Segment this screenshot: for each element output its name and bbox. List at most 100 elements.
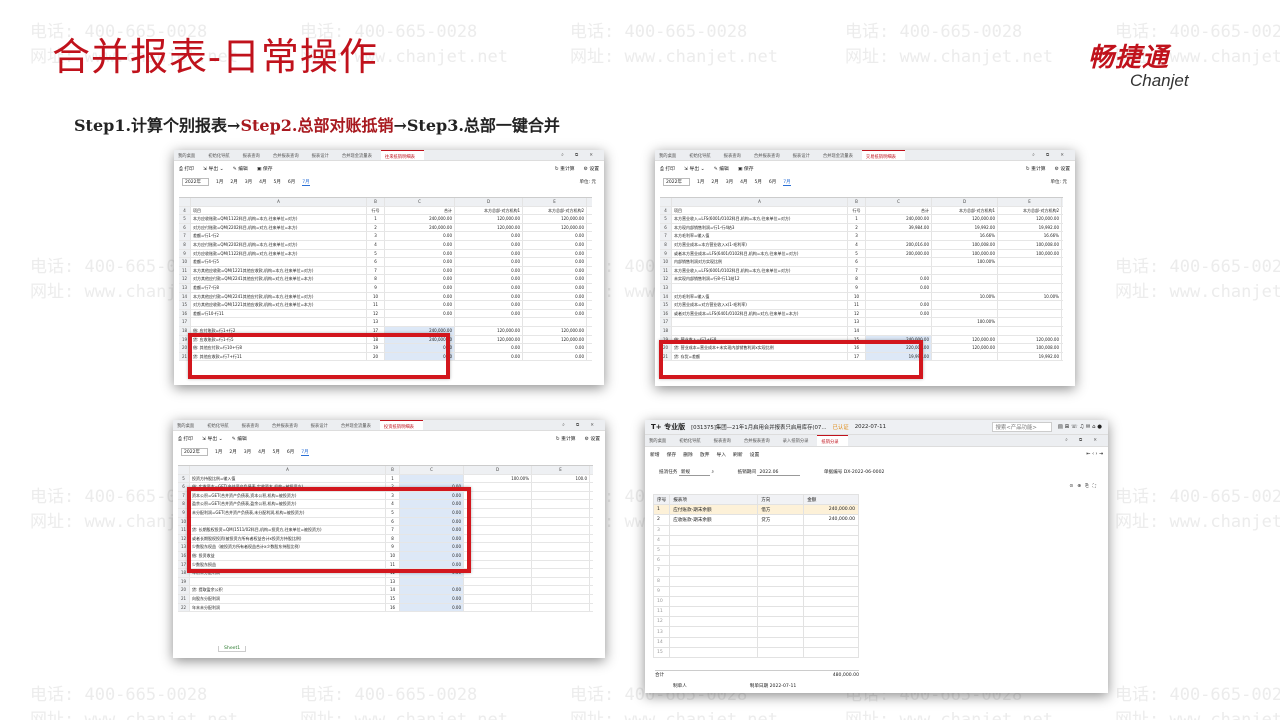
- month-tab-active[interactable]: 7月: [302, 179, 310, 186]
- table-row-empty[interactable]: 9: [652, 585, 859, 597]
- grid-cell[interactable]: 对方营业成本=对方营业收入x(1-毛利率): [672, 301, 848, 309]
- month-tab[interactable]: 6月: [288, 179, 295, 185]
- grid-cell[interactable]: 0.00: [523, 309, 587, 318]
- export-button[interactable]: ⇲ 导出 ⌄: [202, 435, 223, 442]
- grid-cell[interactable]: [532, 560, 590, 569]
- grid-cell[interactable]: 向股东分配利润: [190, 594, 386, 603]
- grid-cell[interactable]: 5: [848, 249, 866, 258]
- grid-cell[interactable]: 0.00: [523, 352, 587, 361]
- grid-cell[interactable]: 0.00: [385, 232, 455, 240]
- month-tab[interactable]: 4月: [259, 179, 266, 185]
- grid-cell[interactable]: [932, 352, 998, 361]
- grid-cell[interactable]: 0.00: [455, 283, 523, 292]
- grid-cell[interactable]: [400, 577, 464, 586]
- grid-cell[interactable]: 年末未分配利润: [190, 603, 386, 612]
- grid-cell[interactable]: 120,000.00: [523, 223, 587, 232]
- grid-cell[interactable]: [191, 318, 367, 326]
- grid-cell[interactable]: [932, 309, 998, 318]
- grid-cell[interactable]: [866, 266, 932, 275]
- grid-cell[interactable]: 本方总部-对方机构1: [455, 206, 523, 215]
- grid-cell[interactable]: [464, 517, 532, 526]
- sheet-tab[interactable]: Sheet1: [218, 646, 247, 652]
- grid-cell[interactable]: 0.00: [523, 283, 587, 292]
- grid-cell[interactable]: 0.00: [523, 275, 587, 283]
- grid-cell[interactable]: 7: [367, 266, 385, 275]
- grid-cell[interactable]: 8: [848, 275, 866, 283]
- grid-cell[interactable]: [532, 517, 590, 526]
- grid-cell[interactable]: 0.00: [400, 603, 464, 612]
- grid-cell[interactable]: 0.00: [385, 275, 455, 283]
- window-icons[interactable]: ⌕ ⧉ ✕: [556, 420, 605, 430]
- grid-cell[interactable]: 0.00: [385, 292, 455, 301]
- grid-cell[interactable]: 0.00: [455, 344, 523, 352]
- grid-cell[interactable]: [672, 326, 848, 335]
- grid-cell[interactable]: 或者本方营业成本=LFS(6401/0102科目,机构=本方,往来单位=对方): [672, 249, 848, 258]
- grid-cell[interactable]: 0.00: [523, 240, 587, 249]
- month-tab[interactable]: 4月: [258, 449, 265, 455]
- print-button[interactable]: ⎙ 打印: [179, 165, 194, 172]
- grid-cell[interactable]: 11: [848, 301, 866, 309]
- grid-cell[interactable]: [998, 318, 1062, 326]
- grid-cell[interactable]: 9: [848, 283, 866, 292]
- tab[interactable]: 初始化导航: [204, 150, 238, 160]
- import-button[interactable]: 导入: [716, 451, 726, 458]
- grid-cell[interactable]: [464, 551, 532, 560]
- grid-cell[interactable]: 本方总部-对方机构2: [998, 206, 1062, 215]
- side-icons[interactable]: ⊙⊕⎘⛶: [1069, 482, 1100, 491]
- year-select[interactable]: 2022年: [663, 178, 690, 186]
- month-tab[interactable]: 1月: [215, 449, 222, 455]
- grid-cell[interactable]: 100,000.00: [998, 249, 1062, 258]
- topbar-icons[interactable]: ▤ ⊞ ☏ ♫ ✉ ⌂ ●: [1058, 424, 1102, 430]
- grid-cell[interactable]: 120,000.00: [523, 335, 587, 344]
- window-icons[interactable]: ⌕ ⧉ ✕: [1026, 150, 1075, 160]
- grid-cell[interactable]: [464, 508, 532, 517]
- grid-cell[interactable]: [523, 318, 587, 326]
- table-row-empty[interactable]: 13: [652, 626, 859, 638]
- grid-cell[interactable]: [532, 569, 590, 577]
- tab[interactable]: 录入抵销分录: [779, 435, 818, 446]
- tab[interactable]: 合并报表查询: [740, 435, 779, 446]
- grid-cell[interactable]: 0.00: [385, 301, 455, 309]
- grid-cell[interactable]: [532, 500, 590, 508]
- grid-cell[interactable]: 本方应付账款=QM(2202科目,机构=本方,往来单位=对方): [191, 240, 367, 249]
- month-tab[interactable]: 5月: [273, 179, 280, 185]
- tab-active[interactable]: 抵销分录: [817, 435, 848, 446]
- grid-cell[interactable]: 行号: [367, 206, 385, 215]
- month-tab[interactable]: 6月: [769, 179, 776, 185]
- month-tab[interactable]: 2月: [711, 179, 718, 185]
- grid-cell[interactable]: [464, 594, 532, 603]
- grid-cell[interactable]: [532, 586, 590, 594]
- grid-cell[interactable]: 7: [848, 266, 866, 275]
- grid-cell[interactable]: [998, 266, 1062, 275]
- grid-cell[interactable]: 0.00: [455, 301, 523, 309]
- grid-cell[interactable]: 本方其他应收款=QM(1221其他应收款,机构=本方,往来单位=对方): [191, 266, 367, 275]
- tab[interactable]: 报表查询: [239, 150, 269, 160]
- grid-cell[interactable]: [464, 569, 532, 577]
- grid-cell[interactable]: 11: [367, 301, 385, 309]
- tab[interactable]: 我的桌面: [645, 435, 675, 446]
- table-row-empty[interactable]: 5: [652, 544, 859, 557]
- grid-cell[interactable]: 0.00: [455, 275, 523, 283]
- grid-cell[interactable]: 19,992.00: [998, 352, 1062, 361]
- grid-cell[interactable]: 10: [367, 292, 385, 301]
- grid-cell[interactable]: 投资方持股比例=输入值: [190, 474, 386, 483]
- grid-cell[interactable]: 0.00: [455, 309, 523, 318]
- export-button[interactable]: ⇲ 导出 ⌄: [203, 165, 224, 172]
- delete-button[interactable]: 删除: [683, 451, 693, 458]
- table-row-empty[interactable]: 15: [652, 646, 859, 659]
- grid-cell[interactable]: 19,992.00: [998, 223, 1062, 232]
- abandon-button[interactable]: 放弃: [700, 451, 710, 458]
- grid-cell[interactable]: [998, 301, 1062, 309]
- grid-cell[interactable]: 15: [386, 594, 400, 603]
- tab[interactable]: 初始化导航: [675, 435, 709, 446]
- grid-cell[interactable]: [932, 301, 998, 309]
- grid-cell[interactable]: 0.00: [455, 292, 523, 301]
- grid-cell[interactable]: [464, 526, 532, 534]
- grid-cell[interactable]: [532, 526, 590, 534]
- grid-cell[interactable]: [866, 292, 932, 301]
- print-button[interactable]: ⎙ 打印: [660, 165, 675, 172]
- table-row-empty[interactable]: 8: [652, 575, 859, 587]
- window-icons[interactable]: ⌕ ⧉ ✕: [1059, 435, 1108, 446]
- grid-cell[interactable]: [464, 483, 532, 491]
- tab[interactable]: 我的桌面: [174, 150, 204, 160]
